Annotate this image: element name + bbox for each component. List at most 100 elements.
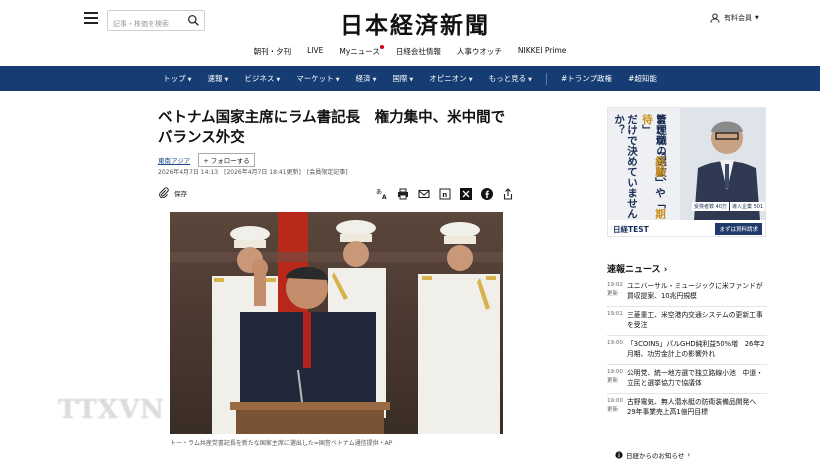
nav-business[interactable]: ビジネス ▼ [244,73,280,84]
subnav-mynews-label: Myニュース [339,47,380,56]
nav-opinion[interactable]: オピニオン ▼ [429,73,472,84]
ad-copy-fragment: 」や「 [654,177,666,209]
nav-label: 経済 [355,74,371,83]
breaking-news-heading[interactable]: 速報ニュース › [607,262,667,275]
nav-world[interactable]: 国際 ▼ [392,73,413,84]
chevron-down-icon: ▼ [224,77,229,83]
info-icon [615,451,623,459]
chevron-down-icon: ▼ [276,77,281,83]
subnav-mynews[interactable]: Myニュース [339,45,384,60]
user-icon [710,13,720,23]
article-photo [170,212,503,434]
share-icon[interactable] [501,187,514,200]
save-label: 保存 [174,189,187,198]
site-logo[interactable]: 日本経済新聞 [310,6,520,40]
nav-more[interactable]: もっと見る ▼ [489,73,532,84]
note-share-icon[interactable]: n [438,187,451,200]
subnav-company-info[interactable]: 日経会社情報 [396,46,441,60]
nav-top[interactable]: トップ ▼ [163,73,191,84]
article-title: ベトナム国家主席にラム書記長 権力集中、米中間でバランス外交 [158,110,506,146]
news-time: 19:00 更新 [607,397,627,417]
nav-label: マーケット [296,74,334,83]
list-item[interactable]: 19:00 「3COINS」パルGHD純利益50%増 26年2月期、功労金計上の… [607,335,767,364]
news-headline: 古野電気、無人潜水艇の防衛装備品開発へ 29年事業売上高1億円目標 [627,398,763,416]
main-navigation: トップ ▼ 速報 ▼ ビジネス ▼ マーケット ▼ 経済 ▼ 国際 ▼ オピニオン ▼ もっと… [0,66,820,91]
article-dateline: 2026年4月7日 14:13 [2026年4月7日 18:41更新] [会員限… [158,169,348,176]
news-time: 19:00 [607,339,627,359]
list-item[interactable]: 19:02 更新 ユニバーサル・ミュージックに米ファンドが買収提案、10兆円規模 [607,281,767,306]
news-time-value: 19:00 [607,340,623,346]
chevron-down-icon: ▼ [409,77,414,83]
hashtag-trump[interactable]: #トランプ政権 [561,73,612,84]
ad-stat-examinees: 受検者数 40万 [692,202,729,211]
menu-icon[interactable] [84,12,98,26]
breaking-news-list: 19:02 更新 ユニバーサル・ミュージックに米ファンドが買収提案、10兆円規模 … [607,281,767,422]
breaking-news-heading-label: 速報ニュース [607,265,661,275]
article-toolbar: 保存 あA n [158,187,514,203]
font-size-icon[interactable]: あA [375,187,388,200]
notice-label: 日経からのお知らせ [626,452,685,460]
news-headline: 公明党、統一地方選で独立路線小池 中道・立民と選挙協力で協議体 [627,369,763,387]
list-item[interactable]: 19:00 更新 公明党、統一地方選で独立路線小池 中道・立民と選挙協力で協議体 [607,364,767,393]
news-update-badge: 更新 [607,291,619,297]
news-headline: 「3COINS」パルGHD純利益50%増 26年2月期、功労金計上の影響外れ [627,340,765,358]
chevron-down-icon: ▼ [372,77,377,83]
chevron-right-icon: › [687,451,691,459]
ad-copy-highlight: 経験 [654,156,666,177]
notification-dot [379,45,384,49]
hashtag-superintelligence[interactable]: #超知能 [628,73,657,84]
subnav-live[interactable]: LIVE [307,46,323,60]
ad-cta-button[interactable]: まずは資料請求 [715,223,762,235]
print-icon[interactable] [396,187,409,200]
nav-label: 速報 [207,74,223,83]
facebook-share-icon[interactable] [480,187,493,200]
sub-navigation: 朝刊・夕刊 LIVE Myニュース 日経会社情報 人事ウオッチ NIKKEI P… [0,45,820,60]
mail-icon[interactable] [417,187,430,200]
chevron-down-icon: ▼ [528,77,532,83]
nav-divider [546,72,547,85]
nav-label: もっと見る [488,74,527,83]
search-icon[interactable] [187,14,200,27]
site-header: 日本経済新聞 有料会員 ▼ [0,0,820,40]
nav-label: オピニオン [429,74,467,83]
nikkei-notice-link[interactable]: 日経からのお知らせ › [615,450,690,460]
topic-tag-link[interactable]: 東南アジア [158,155,190,165]
chevron-down-icon: ▼ [335,77,340,83]
nav-economy[interactable]: 経済 ▼ [356,73,377,84]
photo-illustration [170,212,503,434]
nav-label: 国際 [392,74,408,83]
paperclip-icon [159,187,169,198]
advertisement-banner[interactable]: 管理職の選抜、 まさか「経験」や「期待」 だけで決めていませんか？ 受検者数 4… [607,107,766,237]
chevron-down-icon: ▼ [187,77,192,83]
list-item[interactable]: 19:00 更新 古野電気、無人潜水艇の防衛装備品開発へ 29年事業売上高1億円目… [607,393,767,422]
news-time-value: 19:02 [607,282,623,288]
ad-copy-line-2: まさか「経験」や「期待」 [640,114,666,220]
news-headline: ユニバーサル・ミュージックに米ファンドが買収提案、10兆円規模 [627,282,763,300]
photo-watermark: TTXVN [58,395,165,425]
news-headline: 三菱重工、米空港内交通システムの更新工事を受注 [627,311,763,329]
ad-stat-companies: 導入企業 501 [730,202,765,211]
subnav-paper[interactable]: 朝刊・夕刊 [254,46,292,60]
save-button[interactable]: 保存 [158,187,187,198]
nav-label: ビジネス [244,74,275,83]
news-time: 19:02 更新 [607,281,627,301]
ad-brand: 日経TEST [613,224,649,234]
nav-breaking[interactable]: 速報 ▼ [207,73,228,84]
news-update-badge: 更新 [607,378,619,384]
news-time-value: 19:00 [607,369,623,375]
nav-market[interactable]: マーケット ▼ [296,73,339,84]
account-menu[interactable]: 有料会員 ▼ [710,13,759,23]
share-tools: あA n [367,187,514,200]
list-item[interactable]: 19:01 三菱重工、米空港内交通システムの更新工事を受注 [607,306,767,335]
news-update-badge: 更新 [607,407,619,413]
subnav-prime[interactable]: NIKKEI Prime [518,46,566,60]
svg-text:A: A [382,194,387,200]
search-input[interactable] [108,14,184,34]
follow-button[interactable]: + フォローする [198,153,255,167]
x-share-icon[interactable] [459,187,472,200]
search-box [107,10,205,34]
news-time: 19:00 更新 [607,368,627,388]
subnav-people[interactable]: 人事ウオッチ [457,46,502,60]
svg-text:n: n [442,191,447,199]
ad-copy-line-3: だけで決めていませんか？ [613,114,638,219]
